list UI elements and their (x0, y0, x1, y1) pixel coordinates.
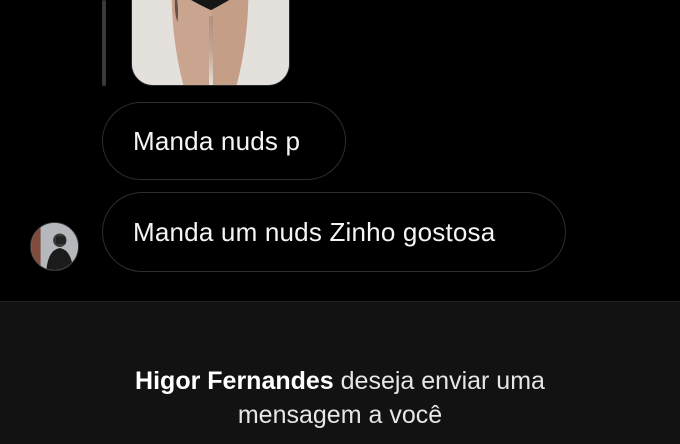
message-request-text: Higor Fernandes deseja enviar uma mensag… (0, 364, 680, 432)
message-bubble[interactable]: Manda um nuds Zinho gostosa (102, 192, 566, 272)
message-text: Manda nuds p (133, 125, 301, 156)
message-request-panel: Higor Fernandes deseja enviar uma mensag… (0, 301, 680, 444)
request-line-1: deseja enviar uma (333, 367, 545, 395)
dm-thread-screen: Manda nuds p Manda um nuds Zinho gostosa… (0, 0, 680, 444)
avatar-photo (31, 223, 78, 270)
sender-avatar[interactable] (30, 222, 79, 271)
shared-photo-attachment[interactable] (131, 0, 290, 86)
request-line-2: mensagem a você (237, 401, 443, 429)
message-text: Manda um nuds Zinho gostosa (133, 216, 496, 247)
shared-media-thread-line (102, 0, 106, 86)
photo-image (132, 0, 289, 85)
message-bubble[interactable]: Manda nuds p (102, 102, 346, 180)
sender-name[interactable]: Higor Fernandes (135, 367, 334, 395)
